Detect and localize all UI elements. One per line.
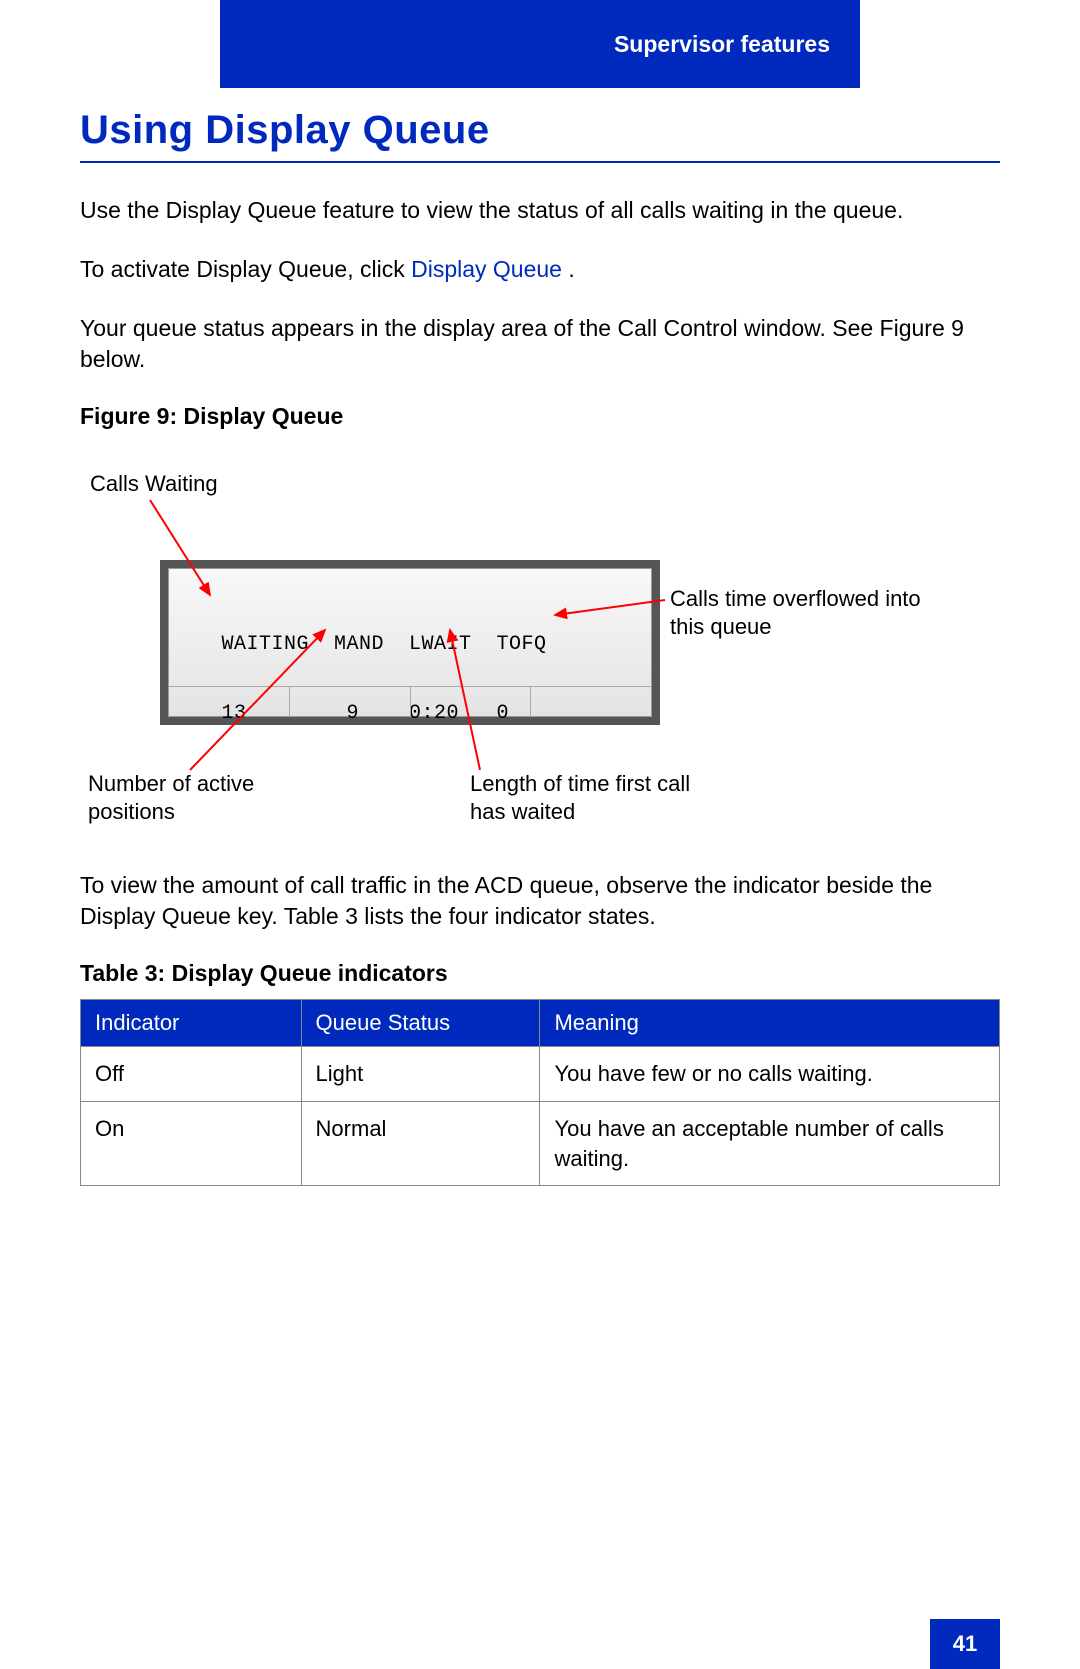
cell-indicator: On	[81, 1101, 302, 1185]
paragraph-2: To activate Display Queue, click Display…	[80, 254, 1000, 285]
display-queue-link[interactable]: Display Queue	[411, 256, 562, 282]
figure-9: Calls Waiting WAITING MAND LWAIT TOFQ 13…	[80, 470, 1000, 850]
cell-indicator: Off	[81, 1047, 302, 1102]
cell-status: Normal	[301, 1101, 540, 1185]
lcd-inner: WAITING MAND LWAIT TOFQ 13 9 0:20 0	[168, 568, 652, 717]
callout-active: Number of active positions	[88, 770, 288, 825]
th-meaning: Meaning	[540, 1000, 1000, 1047]
cell-meaning: You have an acceptable number of calls w…	[540, 1101, 1000, 1185]
paragraph-4: To view the amount of call traffic in th…	[80, 870, 1000, 932]
paragraph-2a: To activate Display Queue, click	[80, 256, 411, 282]
header-bar: Supervisor features	[220, 0, 860, 88]
lcd-display-panel: WAITING MAND LWAIT TOFQ 13 9 0:20 0	[160, 560, 660, 725]
paragraph-3: Your queue status appears in the display…	[80, 313, 1000, 375]
section-label: Supervisor features	[614, 31, 830, 58]
page-content: Using Display Queue Use the Display Queu…	[80, 108, 1000, 1186]
softkey-3	[411, 687, 532, 716]
softkey-1	[169, 687, 290, 716]
page-title: Using Display Queue	[80, 108, 1000, 163]
indicators-table: Indicator Queue Status Meaning Off Light…	[80, 999, 1000, 1186]
callout-overflow: Calls time overflowed into this queue	[670, 585, 930, 640]
softkey-4	[531, 687, 651, 716]
cell-status: Light	[301, 1047, 540, 1102]
softkey-bar	[169, 686, 651, 716]
page-number-value: 41	[953, 1631, 977, 1657]
table-header-row: Indicator Queue Status Meaning	[81, 1000, 1000, 1047]
softkey-2	[290, 687, 411, 716]
lcd-line-1: WAITING MAND LWAIT TOFQ	[209, 633, 651, 656]
table-caption: Table 3: Display Queue indicators	[80, 960, 1000, 987]
cell-meaning: You have few or no calls waiting.	[540, 1047, 1000, 1102]
table-row: On Normal You have an acceptable number …	[81, 1101, 1000, 1185]
table-row: Off Light You have few or no calls waiti…	[81, 1047, 1000, 1102]
callout-lwait: Length of time first call has waited	[470, 770, 700, 825]
paragraph-2b: .	[562, 256, 575, 282]
callout-calls-waiting: Calls Waiting	[90, 470, 218, 498]
th-indicator: Indicator	[81, 1000, 302, 1047]
lcd-text: WAITING MAND LWAIT TOFQ 13 9 0:20 0	[169, 587, 651, 771]
page-number: 41	[930, 1619, 1000, 1669]
paragraph-1: Use the Display Queue feature to view th…	[80, 195, 1000, 226]
figure-caption: Figure 9: Display Queue	[80, 403, 1000, 430]
th-queue-status: Queue Status	[301, 1000, 540, 1047]
